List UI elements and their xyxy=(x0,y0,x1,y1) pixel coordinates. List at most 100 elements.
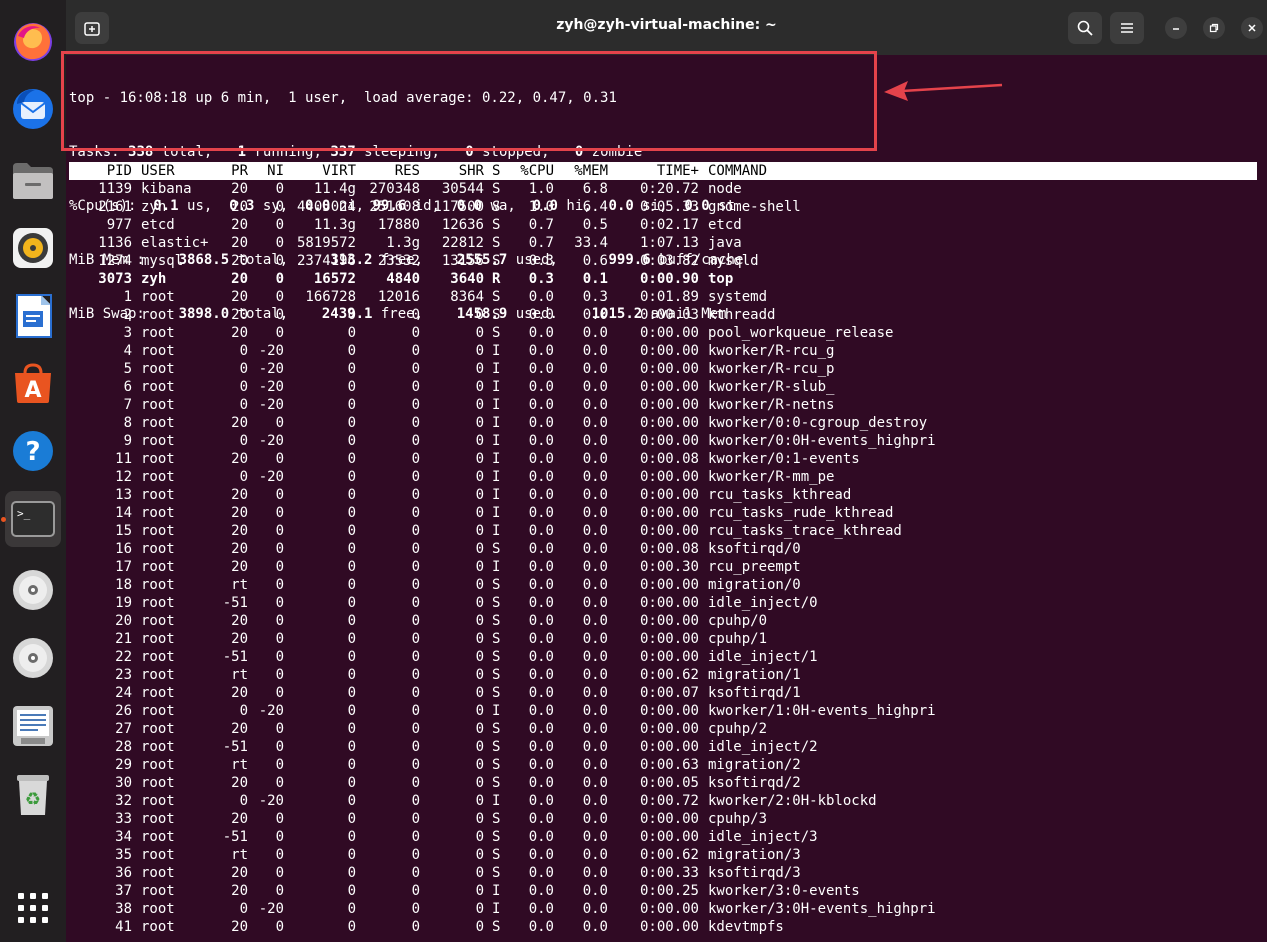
col-cpu[interactable]: %CPU xyxy=(509,162,554,180)
cell-res: 0 xyxy=(411,325,420,341)
cell-pid: 977 xyxy=(106,217,132,233)
table-row[interactable]: 3073 zyh 20 0 16572 4840 3640 R 0.3 0.1 0:00.90 top xyxy=(69,270,1257,288)
table-row[interactable]: 34 root -51 0 0 0 0 S 0.0 0.0 0:00.00 idle_inject/3 xyxy=(69,828,1257,846)
cell-virt: 0 xyxy=(347,703,356,719)
maximize-button[interactable] xyxy=(1203,17,1225,39)
table-row[interactable]: 35 root rt 0 0 0 0 S 0.0 0.0 0:00.62 migration/3 xyxy=(69,846,1257,864)
cell-mem: 0.0 xyxy=(582,901,608,917)
cell-state: S xyxy=(492,217,501,233)
show-apps-icon[interactable] xyxy=(5,880,61,936)
firefox-icon[interactable] xyxy=(5,13,61,69)
table-row[interactable]: 15 root 20 0 0 0 0 I 0.0 0.0 0:00.00 rcu_tasks_trac… xyxy=(69,522,1257,540)
cell-shr: 0 xyxy=(475,325,484,341)
table-row[interactable]: 37 root 20 0 0 0 0 I 0.0 0.0 0:00.25 kworker/3:0-ev… xyxy=(69,882,1257,900)
table-row[interactable]: 1136 elastic+ 20 0 5819572 1.3g 22812 S 0.7 33.4 1… xyxy=(69,234,1257,252)
table-row[interactable]: 1 root 20 0 166728 12016 8364 S 0.0 0.3 0:01.89 sys… xyxy=(69,288,1257,306)
col-state[interactable]: S xyxy=(492,162,502,180)
thunderbird-icon[interactable] xyxy=(5,80,61,136)
col-virt[interactable]: VIRT xyxy=(285,162,356,180)
table-row[interactable]: 6 root 0 -20 0 0 0 I 0.0 0.0 0:00.00 kworker/R-slub… xyxy=(69,378,1257,396)
table-row[interactable]: 2 root 20 0 0 0 0 S 0.0 0.0 0:00.03 kthreadd xyxy=(69,306,1257,324)
col-ni[interactable]: NI xyxy=(249,162,284,180)
table-row[interactable]: 3 root 20 0 0 0 0 S 0.0 0.0 0:00.00 pool_workqueue_… xyxy=(69,324,1257,342)
table-row[interactable]: 17 root 20 0 0 0 0 I 0.0 0.0 0:00.30 rcu_preempt xyxy=(69,558,1257,576)
table-row[interactable]: 26 root 0 -20 0 0 0 I 0.0 0.0 0:00.00 kworker/1:0H-… xyxy=(69,702,1257,720)
table-row[interactable]: 13 root 20 0 0 0 0 I 0.0 0.0 0:00.00 rcu_tasks_kthr… xyxy=(69,486,1257,504)
cell-nice: 0 xyxy=(275,595,284,611)
disc-icon[interactable] xyxy=(5,630,61,686)
table-row[interactable]: 4 root 0 -20 0 0 0 I 0.0 0.0 0:00.00 kworker/R-rcu_… xyxy=(69,342,1257,360)
table-row[interactable]: 33 root 20 0 0 0 0 S 0.0 0.0 0:00.00 cpuhp/3 xyxy=(69,810,1257,828)
cell-command: migration/3 xyxy=(708,847,801,863)
cell-mem: 0.0 xyxy=(582,595,608,611)
table-row[interactable]: 23 root rt 0 0 0 0 S 0.0 0.0 0:00.62 migration/1 xyxy=(69,666,1257,684)
disc-icon[interactable] xyxy=(5,562,61,618)
cell-time: 0:20.72 xyxy=(639,181,699,197)
table-row[interactable]: 14 root 20 0 0 0 0 I 0.0 0.0 0:00.00 rcu_tasks_rude… xyxy=(69,504,1257,522)
cell-state: S xyxy=(492,649,501,665)
close-button[interactable] xyxy=(1241,17,1263,39)
cell-mem: 0.0 xyxy=(582,379,608,395)
table-row[interactable]: 1139 kibana 20 0 11.4g 270348 30544 S 1.0 6.8 0:20… xyxy=(69,180,1257,198)
col-pid[interactable]: PID xyxy=(69,162,132,180)
table-row[interactable]: 32 root 0 -20 0 0 0 I 0.0 0.0 0:00.72 kworker/2:0H-… xyxy=(69,792,1257,810)
table-row[interactable]: 8 root 20 0 0 0 0 I 0.0 0.0 0:00.00 kworker/0:0-cgr… xyxy=(69,414,1257,432)
col-time[interactable]: TIME+ xyxy=(617,162,699,180)
table-row[interactable]: 21 root 20 0 0 0 0 S 0.0 0.0 0:00.00 cpuhp/1 xyxy=(69,630,1257,648)
table-row[interactable]: 38 root 0 -20 0 0 0 I 0.0 0.0 0:00.00 kworker/3:0H-… xyxy=(69,900,1257,918)
col-mem[interactable]: %MEM xyxy=(563,162,608,180)
table-row[interactable]: 977 etcd 20 0 11.3g 17880 12636 S 0.7 0.5 0:02.17 e… xyxy=(69,216,1257,234)
cell-nice: 0 xyxy=(275,325,284,341)
cell-cpu: 1.0 xyxy=(528,181,554,197)
table-row[interactable]: 19 root -51 0 0 0 0 S 0.0 0.0 0:00.00 idle_inject/0 xyxy=(69,594,1257,612)
table-row[interactable]: 22 root -51 0 0 0 0 S 0.0 0.0 0:00.00 idle_inject/1 xyxy=(69,648,1257,666)
cell-nice: 0 xyxy=(275,451,284,467)
terminal-icon[interactable]: >_ xyxy=(5,491,61,547)
minimize-button[interactable] xyxy=(1165,17,1187,39)
cell-pid: 17 xyxy=(115,559,132,575)
cell-state: I xyxy=(492,379,501,395)
app-center-icon[interactable]: A xyxy=(5,355,61,411)
table-row[interactable]: 1274 mysql 20 0 2374196 23532 13156 S 0.3 0.6 0:03… xyxy=(69,252,1257,270)
table-row[interactable]: 11 root 20 0 0 0 0 I 0.0 0.0 0:00.08 kworker/0:1-ev… xyxy=(69,450,1257,468)
table-row[interactable]: 28 root -51 0 0 0 0 S 0.0 0.0 0:00.00 idle_inject/2 xyxy=(69,738,1257,756)
cell-mem: 0.6 xyxy=(582,253,608,269)
cell-time: 0:02.17 xyxy=(639,217,699,233)
trash-icon[interactable]: ♻ xyxy=(5,766,61,822)
libreoffice-writer-icon[interactable] xyxy=(5,288,61,344)
table-row[interactable]: 24 root 20 0 0 0 0 S 0.0 0.0 0:00.07 ksoftirqd/1 xyxy=(69,684,1257,702)
cell-nice: 0 xyxy=(275,847,284,863)
help-icon[interactable]: ? xyxy=(5,423,61,479)
table-row[interactable]: 9 root 0 -20 0 0 0 I 0.0 0.0 0:00.00 kworker/0:0H-e… xyxy=(69,432,1257,450)
cell-cpu: 0.0 xyxy=(528,901,554,917)
table-row[interactable]: 7 root 0 -20 0 0 0 I 0.0 0.0 0:00.00 kworker/R-netn… xyxy=(69,396,1257,414)
table-row[interactable]: 5 root 0 -20 0 0 0 I 0.0 0.0 0:00.00 kworker/R-rcu_… xyxy=(69,360,1257,378)
col-command[interactable]: COMMAND xyxy=(708,162,1248,180)
table-row[interactable]: 41 root 20 0 0 0 0 S 0.0 0.0 0:00.00 kdevtmpfs xyxy=(69,918,1257,936)
cell-nice: -20 xyxy=(258,703,284,719)
table-row[interactable]: 2161 zyh 20 0 4405024 251608 117500 S 1.0 6.4 0:05… xyxy=(69,198,1257,216)
cell-shr: 0 xyxy=(475,901,484,917)
table-row[interactable]: 12 root 0 -20 0 0 0 I 0.0 0.0 0:00.00 kworker/R-mm_… xyxy=(69,468,1257,486)
col-pr[interactable]: PR xyxy=(205,162,248,180)
table-row[interactable]: 20 root 20 0 0 0 0 S 0.0 0.0 0:00.00 cpuhp/0 xyxy=(69,612,1257,630)
table-row[interactable]: 30 root 20 0 0 0 0 S 0.0 0.0 0:00.05 ksoftirqd/2 xyxy=(69,774,1257,792)
search-button[interactable] xyxy=(1068,12,1102,44)
table-row[interactable]: 27 root 20 0 0 0 0 S 0.0 0.0 0:00.00 cpuhp/2 xyxy=(69,720,1257,738)
table-row[interactable]: 16 root 20 0 0 0 0 S 0.0 0.0 0:00.08 ksoftirqd/0 xyxy=(69,540,1257,558)
table-row[interactable]: 18 root rt 0 0 0 0 S 0.0 0.0 0:00.00 migration/0 xyxy=(69,576,1257,594)
cell-res: 0 xyxy=(411,613,420,629)
cell-res: 0 xyxy=(411,631,420,647)
table-row[interactable]: 29 root rt 0 0 0 0 S 0.0 0.0 0:00.63 migration/2 xyxy=(69,756,1257,774)
files-icon[interactable] xyxy=(5,153,61,209)
restore-icon xyxy=(1209,23,1219,33)
text-editor-icon[interactable] xyxy=(5,698,61,754)
cell-priority: -51 xyxy=(222,829,248,845)
cell-state: S xyxy=(492,865,501,881)
cell-mem: 0.0 xyxy=(582,487,608,503)
rhythmbox-icon[interactable] xyxy=(5,220,61,276)
table-row[interactable]: 36 root 20 0 0 0 0 S 0.0 0.0 0:00.33 ksoftirqd/3 xyxy=(69,864,1257,882)
col-res[interactable]: RES xyxy=(357,162,420,180)
menu-button[interactable] xyxy=(1110,12,1144,44)
col-shr[interactable]: SHR xyxy=(421,162,484,180)
